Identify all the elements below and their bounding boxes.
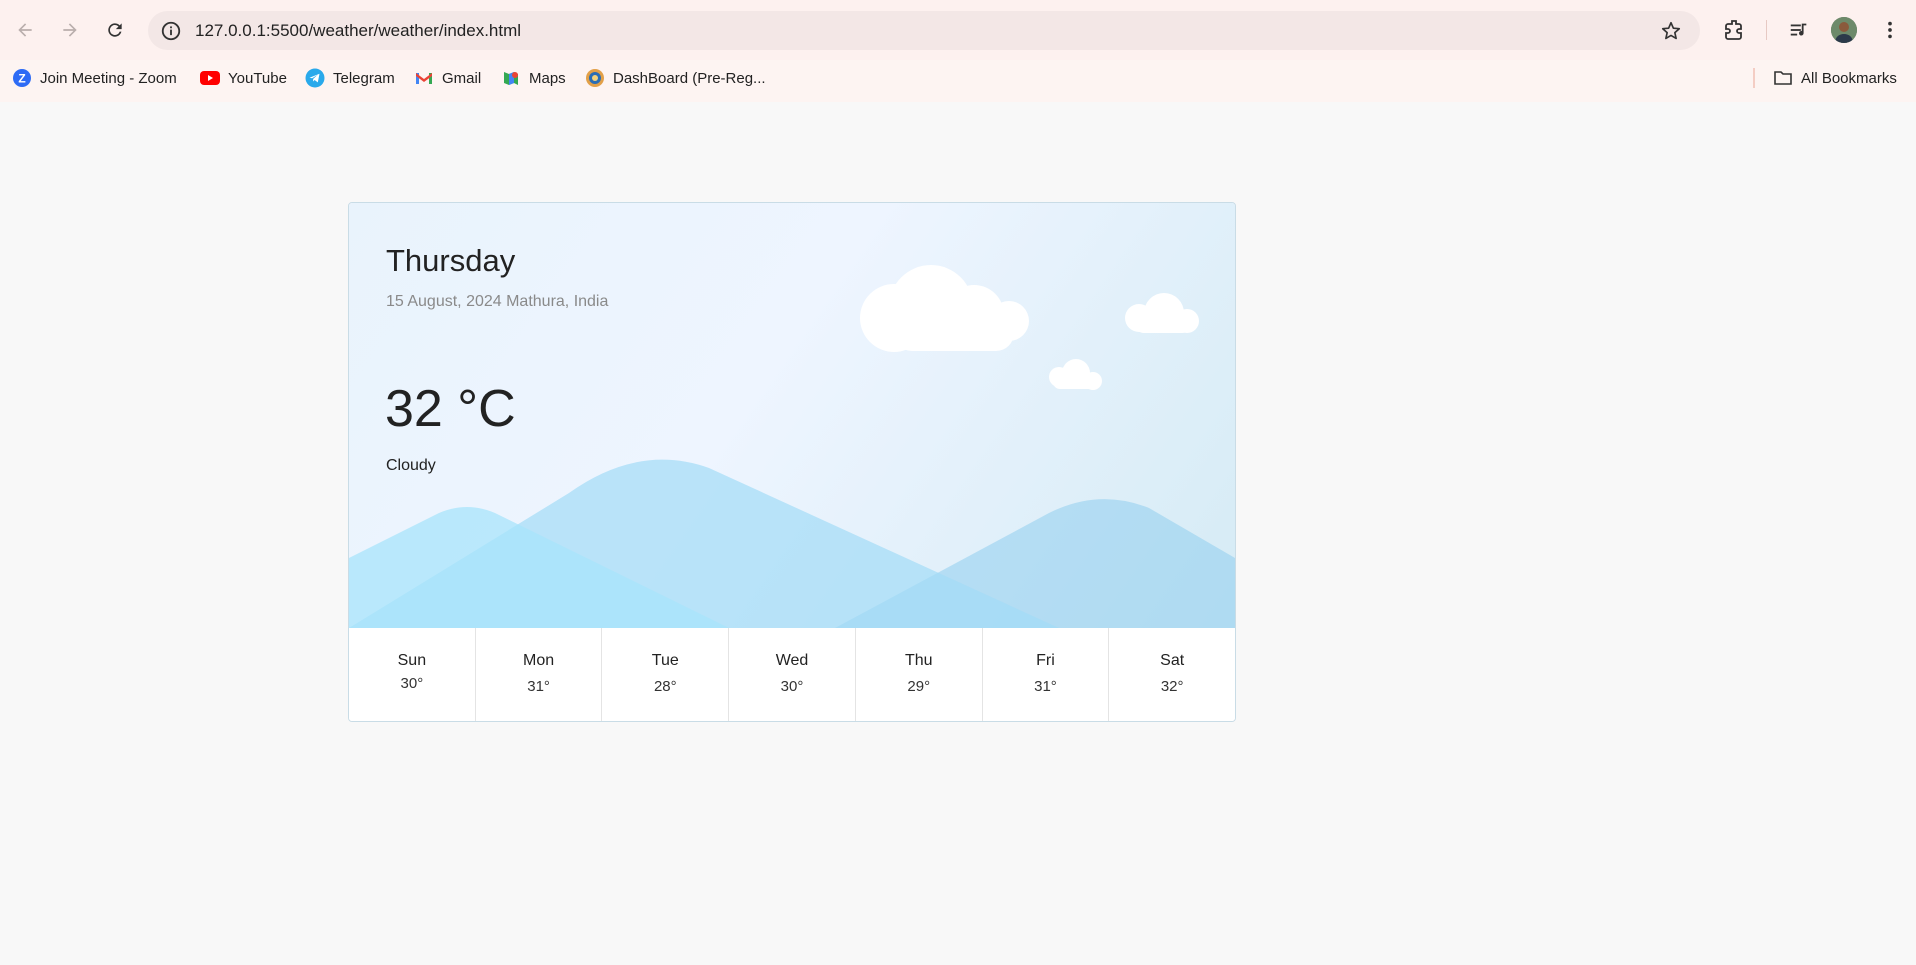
all-bookmarks-label: All Bookmarks [1801,69,1897,87]
svg-text:Z: Z [18,72,25,86]
weather-condition: Cloudy [386,457,436,474]
bookmark-label: Telegram [333,69,395,87]
forecast-day: Tue 28° [602,628,730,721]
current-day: Thursday [386,243,516,278]
forecast-day-temp: 30° [400,675,424,692]
cloud-tiny [1049,359,1102,390]
dashboard-icon [585,68,605,88]
menu-kebab-icon[interactable] [1877,17,1903,43]
profile-avatar[interactable] [1831,17,1857,43]
all-bookmarks-button[interactable]: All Bookmarks [1773,60,1897,96]
browser-toolbar: 127.0.0.1:5500/weather/weather/index.htm… [0,0,1916,60]
bookmarks-bar: Z Join Meeting - Zoom YouTube Telegram G… [0,60,1916,102]
url-text[interactable]: 127.0.0.1:5500/weather/weather/index.htm… [195,11,521,50]
extensions-icon[interactable] [1722,17,1748,43]
toolbar-divider [1766,20,1767,40]
forecast-day-temp: 30° [780,678,804,695]
back-arrow-icon [18,23,32,37]
forecast-day-temp: 29° [907,678,931,695]
bookmark-maps[interactable]: Maps [501,60,566,96]
bookmark-dashboard[interactable]: DashBoard (Pre-Reg... [585,60,766,96]
bookmark-label: Join Meeting - Zoom [40,69,177,87]
forecast-day-temp: 28° [653,678,677,695]
gmail-icon [414,68,434,88]
forecast-day: Sat 32° [1109,628,1235,721]
weather-sky-panel: Thursday 15 August, 2024 Mathura, India … [349,203,1235,628]
forecast-day-name: Wed [775,652,809,669]
address-bar[interactable]: 127.0.0.1:5500/weather/weather/index.htm… [148,11,1700,50]
zoom-icon: Z [12,68,32,88]
back-button[interactable] [10,15,40,45]
forecast-day-name: Sat [1160,652,1185,669]
forecast-day-name: Tue [651,652,679,669]
bookmark-label: Gmail [442,69,482,87]
telegram-icon [305,68,325,88]
bookmark-gmail[interactable]: Gmail [414,60,481,96]
forecast-day: Mon 31° [476,628,603,721]
forecast-day-name: Sun [397,652,427,669]
forecast-day-temp: 31° [527,678,550,695]
cloud-large [860,265,1029,352]
weekly-forecast: Sun 30° Mon 31° Tue 28° Wed 30° Thu 29° … [349,628,1235,721]
forecast-day: Fri 31° [983,628,1110,721]
reload-icon [108,23,122,37]
site-info-icon[interactable] [160,20,182,42]
media-control-icon[interactable] [1786,17,1812,43]
forecast-day: Thu 29° [856,628,983,721]
forward-arrow-icon [63,23,77,37]
forecast-day: Sun 30° [349,628,476,721]
bookmark-star-icon[interactable] [1660,20,1682,42]
bookmark-youtube[interactable]: YouTube [200,60,287,96]
reload-button[interactable] [100,15,130,45]
forecast-day-name: Fri [1036,652,1055,669]
forecast-day-name: Thu [904,652,933,669]
bookmarks-divider [1753,68,1755,88]
maps-icon [501,68,521,88]
folder-icon [1773,68,1793,88]
bookmark-label: YouTube [228,69,287,87]
youtube-icon [200,68,220,88]
bookmark-telegram[interactable]: Telegram [305,60,395,96]
bookmark-label: DashBoard (Pre-Reg... [613,69,766,87]
forecast-day-temp: 31° [1034,678,1057,695]
forecast-day: Wed 30° [729,628,856,721]
forecast-day-name: Mon [523,652,555,669]
weather-card: Thursday 15 August, 2024 Mathura, India … [348,202,1236,722]
bookmark-label: Maps [529,69,566,87]
forecast-day-temp: 32° [1160,678,1184,695]
bookmark-zoom[interactable]: Z Join Meeting - Zoom [12,60,177,96]
forward-button[interactable] [55,15,85,45]
current-temperature: 32 °C [385,380,516,438]
cloud-small-right [1125,293,1199,333]
date-location: 15 August, 2024 Mathura, India [386,293,609,310]
